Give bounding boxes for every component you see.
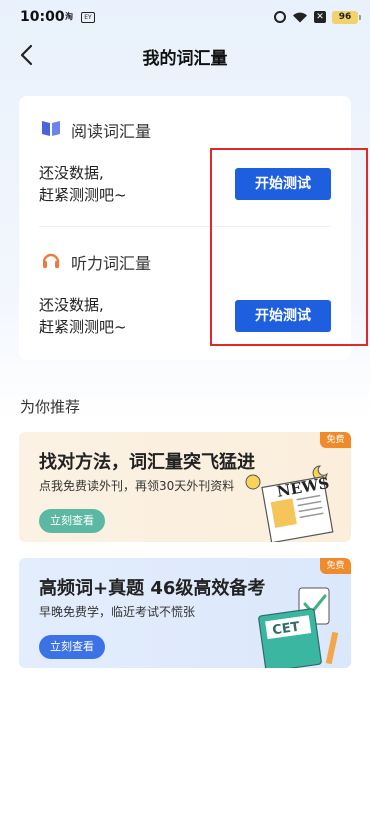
view-now-button[interactable]: 立刻查看	[39, 635, 105, 659]
sim-off-icon: ✕	[314, 11, 326, 23]
battery-icon: 96	[332, 10, 361, 24]
highlight-annotation-box	[210, 148, 368, 346]
status-bar: 10:00 淘 EY ✕ 96	[0, 0, 370, 34]
recommend-heading: 为你推荐	[20, 398, 81, 416]
wifi-icon	[293, 12, 307, 23]
status-right-group: ✕ 96	[274, 9, 361, 25]
view-now-button[interactable]: 立刻查看	[39, 509, 105, 533]
cet-book-icon: CET	[258, 587, 339, 668]
reading-status-line1: 还没数据,	[39, 164, 104, 182]
headphones-icon	[42, 253, 60, 268]
listening-status-line2: 赶紧测测吧~	[39, 318, 127, 336]
book-icon	[42, 121, 60, 136]
reading-status: 还没数据, 赶紧测测吧~	[39, 162, 127, 206]
promo-card-news[interactable]: 免费 找对方法，词汇量突飞猛进 点我免费读外刊，再领30天外刊资料 立刻查看 N…	[19, 432, 351, 542]
newspaper-icon: NEWS	[245, 465, 334, 542]
listening-status: 还没数据, 赶紧测测吧~	[39, 294, 127, 338]
status-time: 10:00	[20, 9, 65, 25]
promo-title: 高频词+真题 46级高效备考	[39, 578, 266, 599]
notification-app-icon: EY	[81, 12, 95, 23]
reading-status-line2: 赶紧测测吧~	[39, 186, 127, 204]
promo-subtitle: 点我免费读外刊，再领30天外刊资料	[39, 479, 235, 493]
reading-vocab-title: 阅读词汇量	[71, 122, 152, 141]
promo-card-cet[interactable]: 免费 高频词+真题 46级高效备考 早晚免费学，临近考试不慌张 立刻查看 CET	[19, 558, 351, 668]
promo-subtitle: 早晚免费学，临近考试不慌张	[39, 605, 196, 619]
page-title: 我的词汇量	[142, 49, 228, 69]
listening-vocab-title: 听力词汇量	[71, 254, 152, 273]
listening-status-line1: 还没数据,	[39, 296, 104, 314]
taobao-icon: 淘	[65, 12, 73, 21]
promo-title: 找对方法，词汇量突飞猛进	[39, 452, 255, 473]
alarm-icon	[274, 11, 286, 23]
